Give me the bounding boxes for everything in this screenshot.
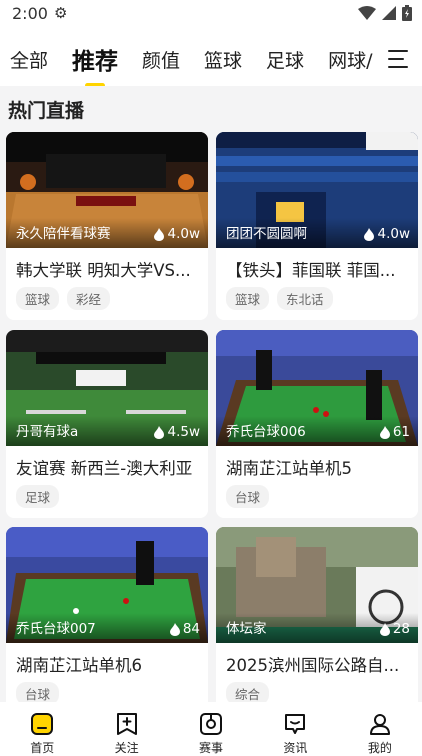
view-count-value: 4.0w bbox=[377, 226, 410, 242]
flame-icon bbox=[154, 425, 165, 439]
wifi-icon bbox=[358, 6, 376, 20]
tag: 足球 bbox=[16, 485, 60, 508]
tab-recommended[interactable]: 推荐 bbox=[72, 42, 118, 76]
flame-icon bbox=[169, 622, 180, 636]
stream-card[interactable]: 永久陪伴看球赛 4.0w 韩大学联 明知大学VS... 篮球 彩经 bbox=[6, 132, 208, 320]
tag: 东北话 bbox=[277, 287, 333, 310]
view-count-value: 4.5w bbox=[167, 424, 200, 440]
tab-football[interactable]: 足球 bbox=[266, 46, 304, 73]
menu-icon[interactable] bbox=[388, 50, 408, 68]
profile-icon bbox=[369, 714, 390, 735]
streamer-name: 团团不圆圆啊 bbox=[226, 226, 307, 242]
stream-card[interactable]: 乔氏台球007 84 湖南芷江站单机6 台球 bbox=[6, 527, 208, 702]
status-time: 2:00 bbox=[12, 3, 48, 23]
stream-title: 2025滨州国际公路自... bbox=[226, 656, 400, 675]
view-count: 4.0w bbox=[364, 226, 410, 242]
home-icon bbox=[31, 713, 54, 735]
stream-title: 韩大学联 明知大学VS... bbox=[16, 261, 191, 280]
streamer-name: 永久陪伴看球赛 bbox=[16, 226, 111, 242]
tag: 台球 bbox=[16, 682, 60, 702]
stream-thumbnail: 体坛家 28 bbox=[216, 527, 418, 643]
news-icon bbox=[285, 714, 306, 734]
nav-label: 关注 bbox=[114, 741, 139, 755]
nav-label: 首页 bbox=[30, 741, 55, 755]
category-tabs: 全部 推荐 颜值 篮球 足球 网球/ bbox=[0, 36, 422, 82]
streamer-name: 丹哥有球a bbox=[16, 424, 79, 440]
view-count-value: 84 bbox=[182, 621, 200, 637]
tag-list: 篮球 东北话 bbox=[226, 287, 333, 310]
nav-label: 赛事 bbox=[199, 741, 224, 755]
tag: 台球 bbox=[226, 485, 270, 508]
streamer-name: 乔氏台球007 bbox=[16, 621, 96, 637]
nav-label: 我的 bbox=[367, 741, 392, 755]
stream-card[interactable]: 体坛家 28 2025滨州国际公路自... 综合 bbox=[216, 527, 418, 702]
stream-card[interactable]: 乔氏台球006 61 湖南芷江站单机5 台球 bbox=[216, 330, 418, 518]
view-count-value: 4.0w bbox=[167, 226, 200, 242]
stream-thumbnail: 永久陪伴看球赛 4.0w bbox=[6, 132, 208, 248]
flame-icon bbox=[364, 227, 375, 241]
tag-list: 足球 bbox=[16, 485, 60, 508]
stream-title: 湖南芷江站单机6 bbox=[16, 656, 142, 675]
stream-title: 湖南芷江站单机5 bbox=[226, 459, 352, 478]
flame-icon bbox=[379, 622, 390, 636]
gear-icon: ⚙ bbox=[53, 4, 68, 22]
status-bar: 2:00 ⚙ bbox=[0, 0, 422, 26]
tag: 彩经 bbox=[67, 287, 111, 310]
stream-card[interactable]: 丹哥有球a 4.5w 友谊赛 新西兰-澳大利亚 足球 bbox=[6, 330, 208, 518]
stream-title: 友谊赛 新西兰-澳大利亚 bbox=[16, 459, 193, 478]
stream-title: 【铁头】菲国联 菲国... bbox=[226, 261, 396, 280]
nav-follow[interactable]: 关注 bbox=[84, 702, 168, 756]
signal-icon bbox=[382, 6, 396, 20]
nav-profile[interactable]: 我的 bbox=[338, 702, 422, 756]
view-count: 4.5w bbox=[154, 424, 200, 440]
stream-card[interactable]: 团团不圆圆啊 4.0w 【铁头】菲国联 菲国... 篮球 东北话 bbox=[216, 132, 418, 320]
nav-label: 资讯 bbox=[283, 741, 308, 755]
stream-thumbnail: 团团不圆圆啊 4.0w bbox=[216, 132, 418, 248]
tag-list: 台球 bbox=[226, 485, 270, 508]
tag: 篮球 bbox=[16, 287, 60, 310]
tag-list: 台球 bbox=[16, 682, 60, 702]
tag: 篮球 bbox=[226, 287, 270, 310]
content-area: 热门直播 永久陪伴看球赛 4.0w 韩大学联 明知大学VS... 篮球 彩经 团… bbox=[0, 86, 422, 702]
stream-thumbnail: 乔氏台球007 84 bbox=[6, 527, 208, 643]
tab-all[interactable]: 全部 bbox=[10, 46, 48, 73]
stream-thumbnail: 丹哥有球a 4.5w bbox=[6, 330, 208, 446]
tab-beauty[interactable]: 颜值 bbox=[142, 46, 180, 73]
bottom-nav: 首页 关注 赛事 资讯 我的 bbox=[0, 702, 422, 756]
view-count-value: 28 bbox=[392, 621, 410, 637]
nav-news[interactable]: 资讯 bbox=[253, 702, 337, 756]
view-count: 28 bbox=[379, 621, 410, 637]
flame-icon bbox=[154, 227, 165, 241]
tag-list: 篮球 彩经 bbox=[16, 287, 111, 310]
nav-schedule[interactable]: 赛事 bbox=[169, 702, 253, 756]
schedule-icon bbox=[200, 713, 223, 735]
view-count: 61 bbox=[379, 424, 410, 440]
streamer-name: 体坛家 bbox=[226, 621, 267, 637]
view-count: 84 bbox=[169, 621, 200, 637]
stream-thumbnail: 乔氏台球006 61 bbox=[216, 330, 418, 446]
follow-icon bbox=[116, 713, 137, 735]
battery-icon bbox=[402, 5, 412, 21]
nav-home[interactable]: 首页 bbox=[0, 702, 84, 756]
tag-list: 综合 bbox=[226, 682, 270, 702]
view-count: 4.0w bbox=[154, 226, 200, 242]
tab-tennis[interactable]: 网球/ bbox=[328, 46, 374, 73]
section-title: 热门直播 bbox=[8, 100, 85, 122]
tag: 综合 bbox=[226, 682, 270, 702]
tab-basketball[interactable]: 篮球 bbox=[204, 46, 242, 73]
streamer-name: 乔氏台球006 bbox=[226, 424, 306, 440]
view-count-value: 61 bbox=[392, 424, 410, 440]
flame-icon bbox=[379, 425, 390, 439]
